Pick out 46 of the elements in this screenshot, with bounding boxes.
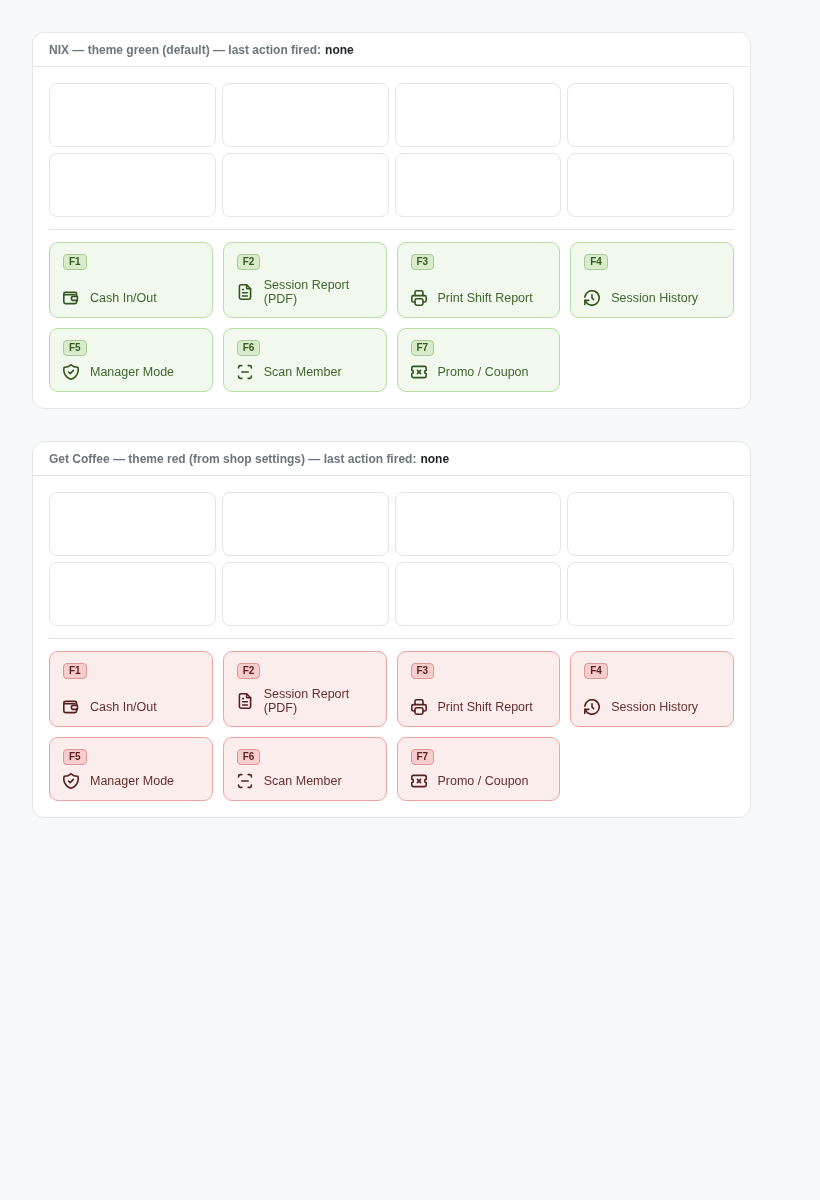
action-button[interactable]: F2 Session Report (PDF) — [222, 651, 387, 727]
wallet-icon — [63, 290, 79, 306]
history-icon — [584, 699, 601, 715]
shortcut-key-badge: F5 — [63, 749, 87, 765]
action-button[interactable]: F3 Print Shift Report — [396, 242, 561, 318]
action-button[interactable]: F6 Scan Member — [222, 737, 387, 801]
action-button[interactable]: F4 Session History — [570, 651, 734, 727]
scan-icon — [236, 364, 253, 380]
action-button[interactable]: F7 Promo / Coupon — [396, 328, 561, 392]
ticket-icon — [410, 364, 427, 380]
document-icon — [236, 693, 253, 709]
action-button[interactable]: F1 Cash In/Out — [49, 242, 213, 318]
last-action-value: none — [420, 452, 450, 466]
action-button[interactable]: F5 Manager Mode — [49, 737, 213, 801]
shortcut-key-badge: F4 — [584, 663, 608, 679]
scan-icon — [236, 773, 253, 789]
action-button[interactable]: F5 Manager Mode — [49, 328, 213, 392]
printer-icon — [410, 699, 427, 715]
shortcut-key-badge: F6 — [236, 340, 261, 356]
shortcut-key-badge: F7 — [410, 749, 435, 765]
action-button[interactable]: F6 Scan Member — [222, 328, 387, 392]
shortcut-key-badge: F3 — [410, 254, 435, 270]
shortcut-key-badge: F6 — [236, 749, 261, 765]
action-button[interactable]: F7 Promo / Coupon — [396, 737, 561, 801]
shortcut-key-badge: F2 — [236, 663, 261, 679]
action-button[interactable]: F2 Session Report (PDF) — [222, 242, 387, 318]
history-icon — [584, 290, 601, 306]
action-button[interactable]: F3 Print Shift Report — [396, 651, 561, 727]
panel-title: NIX — theme green (default) — last action fired: — [49, 43, 322, 57]
shortcut-key-badge: F1 — [63, 663, 87, 679]
shortcut-key-badge: F3 — [410, 663, 435, 679]
last-action-value: none — [325, 43, 354, 57]
ticket-icon — [410, 773, 427, 789]
printer-icon — [410, 290, 427, 306]
shortcut-key-badge: F5 — [63, 340, 87, 356]
shield-check-icon — [63, 364, 79, 380]
shortcut-key-badge: F4 — [584, 254, 608, 270]
shortcut-key-badge: F7 — [410, 340, 435, 356]
shortcut-key-badge: F2 — [236, 254, 261, 270]
action-button[interactable]: F4 Session History — [570, 242, 734, 318]
shortcut-key-badge: F1 — [63, 254, 87, 270]
wallet-icon — [63, 699, 79, 715]
panel-title: Get Coffee — theme red (from shop settings) — last action fired: — [49, 452, 417, 466]
action-button[interactable]: F1 Cash In/Out — [49, 651, 213, 727]
document-icon — [236, 284, 253, 300]
shield-check-icon — [63, 773, 79, 789]
